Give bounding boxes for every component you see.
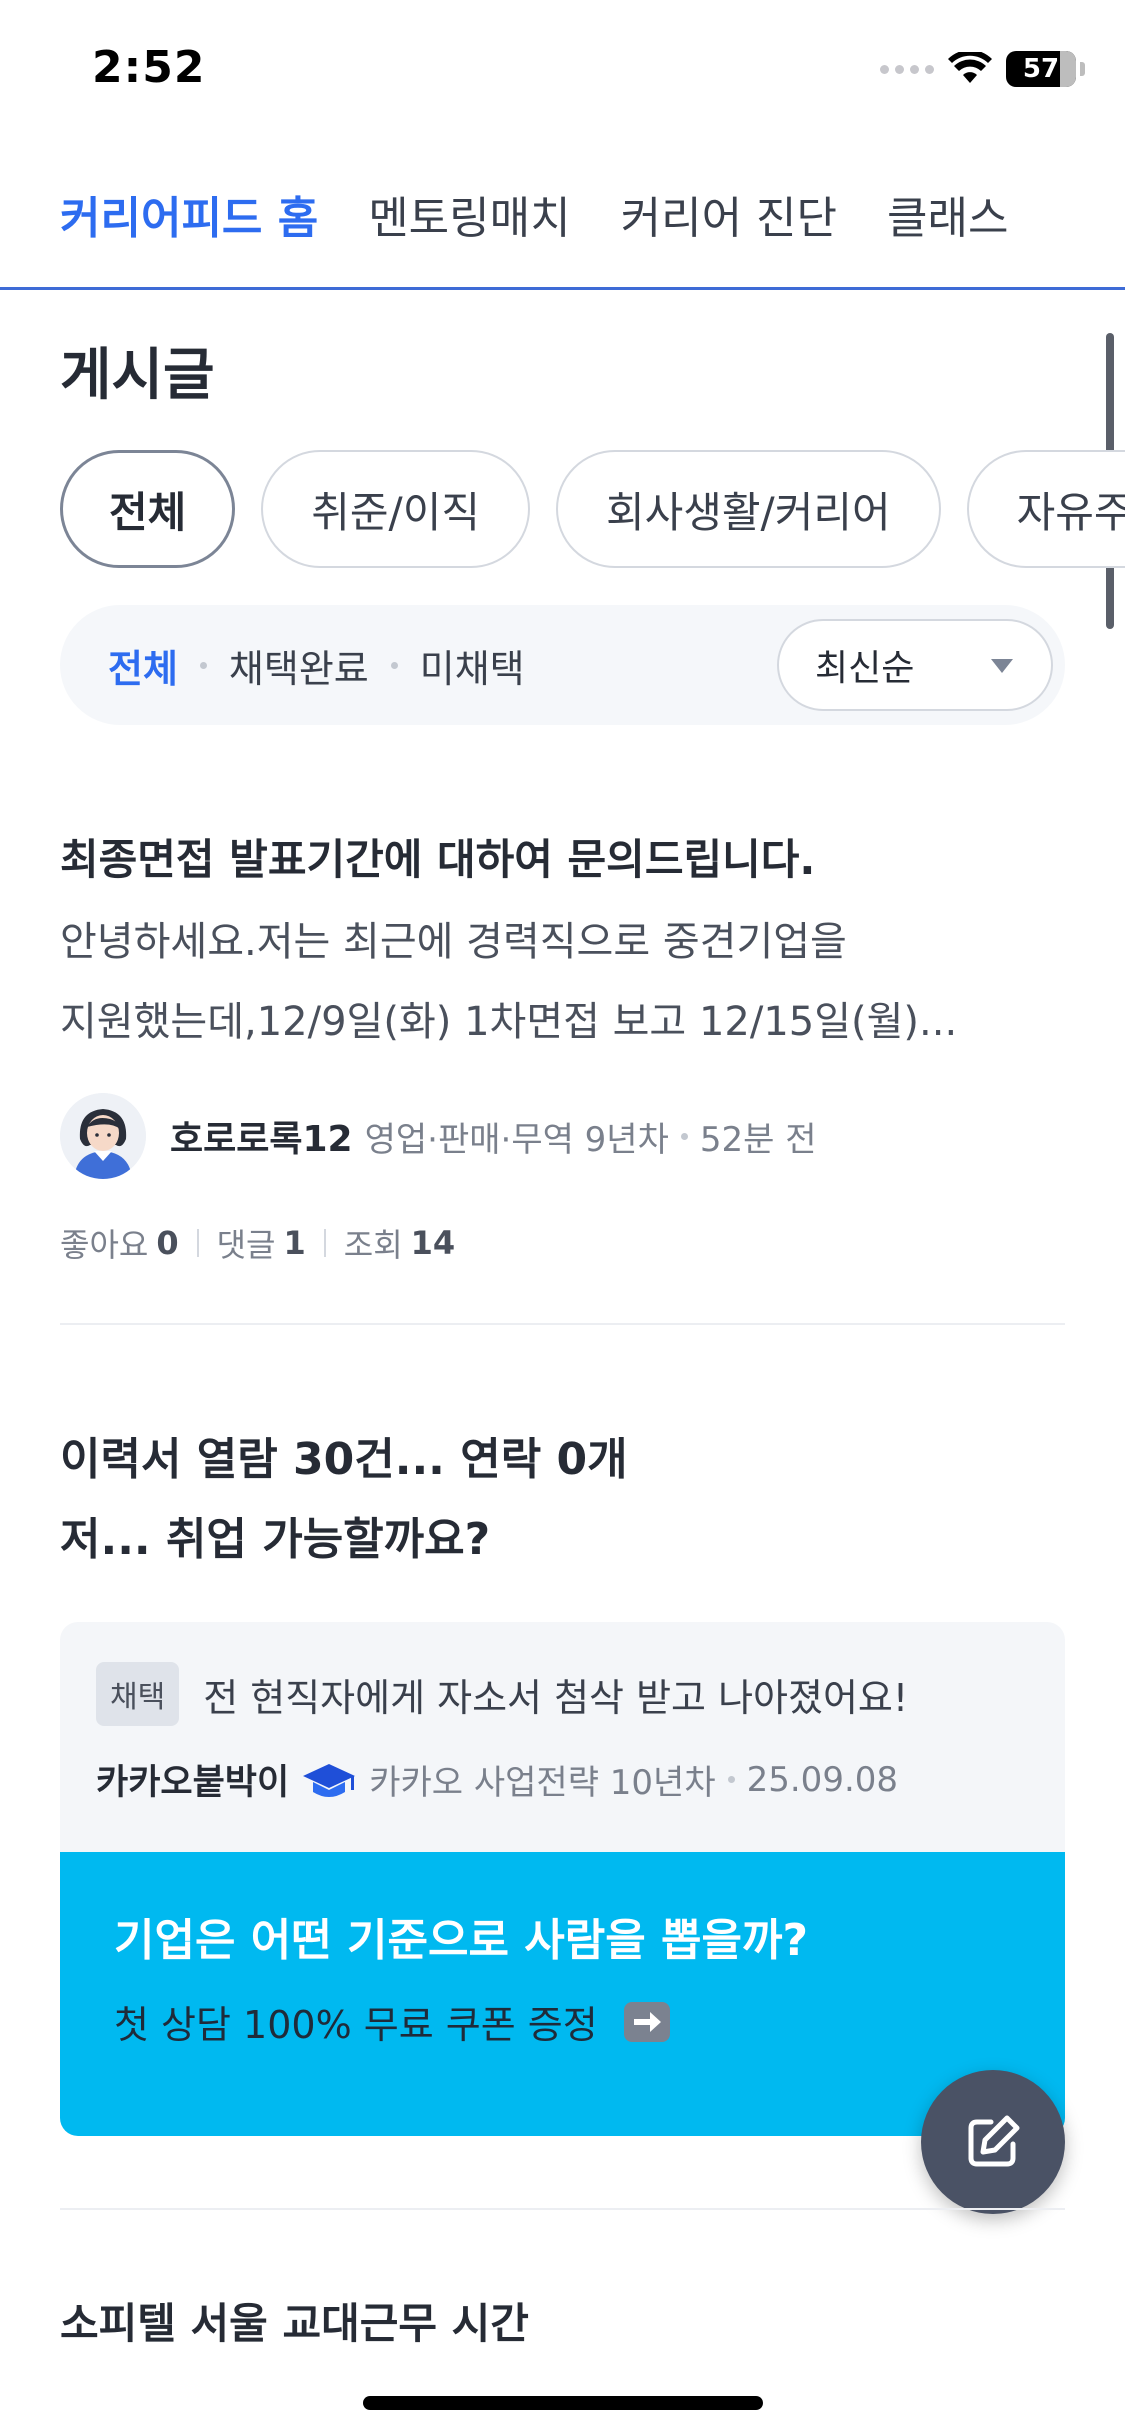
post-title-line: 이력서 열람 30건... 연락 0개 bbox=[60, 1434, 628, 1485]
post-card[interactable]: 이력서 열람 30건... 연락 0개 저... 취업 가능할까요? bbox=[60, 1420, 1065, 1580]
views-label: 조회 bbox=[343, 1226, 403, 1264]
filter-all[interactable]: 전체 bbox=[108, 638, 178, 693]
sort-selected-label: 최신순 bbox=[815, 648, 915, 689]
write-post-button[interactable] bbox=[921, 2070, 1065, 2214]
filter-adopted[interactable]: 채택완료 bbox=[229, 638, 369, 693]
post-card[interactable]: 최종면접 발표기간에 대하여 문의드립니다. 안녕하세요.저는 최근에 경력직으… bbox=[60, 830, 1065, 1266]
avatar[interactable] bbox=[60, 1093, 146, 1179]
post-title-line: 저... 취업 가능할까요? bbox=[60, 1514, 491, 1565]
promo-subtitle: 첫 상담 100% 무료 쿠폰 증정 bbox=[114, 2003, 598, 2047]
chevron-down-icon bbox=[991, 659, 1013, 673]
status-bar: 2:52 57 bbox=[0, 0, 1125, 140]
views-count: 14 bbox=[410, 1224, 456, 1262]
post-title[interactable]: 소피텔 서울 교대근무 시간 bbox=[60, 2290, 529, 2351]
status-icons: 57 bbox=[880, 48, 1085, 90]
promo-banner[interactable]: 기업은 어떤 기준으로 사람을 뽑을까? 첫 상담 100% 무료 쿠폰 증정 bbox=[60, 1852, 1065, 2136]
chip-all[interactable]: 전체 bbox=[60, 450, 236, 568]
divider bbox=[60, 1323, 1065, 1325]
answer-date: 25.09.08 bbox=[746, 1759, 899, 1800]
category-chips: 전체 취준/이직 회사생활/커리어 자유주제 bbox=[60, 450, 1125, 570]
tab-career-feed-home[interactable]: 커리어피드 홈 bbox=[60, 170, 318, 246]
arrow-right-icon bbox=[623, 2001, 670, 2042]
post-excerpt-line: 지원했는데,12/9일(화) 1차면접 보고 12/15일(월)... bbox=[60, 999, 958, 1045]
comments-label: 댓글 bbox=[216, 1226, 276, 1264]
answer-text: 전 현직자에게 자소서 첨삭 받고 나아졌어요! bbox=[203, 1675, 909, 1720]
section-title: 게시글 bbox=[60, 343, 215, 408]
battery-level: 57 bbox=[1022, 54, 1060, 84]
filter-bar: 전체 채택완료 미채택 최신순 bbox=[60, 605, 1065, 725]
filter-not-adopted[interactable]: 미채택 bbox=[420, 638, 525, 693]
chip-work-life-career[interactable]: 회사생활/커리어 bbox=[556, 450, 941, 568]
tab-class[interactable]: 클래스 bbox=[887, 170, 1008, 246]
post-stats: 좋아요 0 댓글 1 조회 14 bbox=[60, 1220, 1065, 1266]
status-time: 2:52 bbox=[92, 42, 206, 93]
author-row: 호로로록12 영업·판매·무역 9년차 52분 전 bbox=[60, 1092, 1065, 1180]
tab-mentoring-match[interactable]: 멘토링매치 bbox=[368, 170, 570, 246]
graduation-cap-icon bbox=[303, 1763, 356, 1797]
answer-author-job: 카카오 사업전략 10년차 bbox=[369, 1763, 716, 1803]
author-name[interactable]: 호로로록12 bbox=[170, 1110, 353, 1162]
home-indicator[interactable] bbox=[363, 2396, 763, 2410]
author-job: 영업·판매·무역 9년차 bbox=[364, 1119, 669, 1160]
post-excerpt: 안녕하세요.저는 최근에 경력직으로 중견기업을 지원했는데,12/9일(화) … bbox=[60, 902, 1065, 1062]
likes-count: 0 bbox=[156, 1224, 179, 1262]
battery-icon: 57 bbox=[1006, 51, 1076, 87]
post-title: 최종면접 발표기간에 대하여 문의드립니다. bbox=[60, 835, 816, 884]
edit-icon bbox=[968, 2115, 1020, 2167]
wifi-icon bbox=[948, 52, 992, 83]
sort-dropdown[interactable]: 최신순 bbox=[777, 619, 1053, 711]
adopted-answer-preview[interactable]: 채택 전 현직자에게 자소서 첨삭 받고 나아졌어요! 카카오붙박이 카카오 사… bbox=[60, 1622, 1065, 1852]
likes-label: 좋아요 bbox=[60, 1226, 149, 1264]
comments-count: 1 bbox=[283, 1224, 306, 1262]
post-time: 52분 전 bbox=[699, 1119, 817, 1160]
top-tab-bar: 커리어피드 홈 멘토링매치 커리어 진단 클래스 bbox=[0, 170, 1125, 290]
post-excerpt-line: 안녕하세요.저는 최근에 경력직으로 중견기업을 bbox=[60, 919, 847, 965]
chip-job-seeking[interactable]: 취준/이직 bbox=[261, 450, 530, 568]
answer-author-name[interactable]: 카카오붙박이 bbox=[96, 1754, 289, 1805]
chip-free-topic[interactable]: 자유주제 bbox=[966, 450, 1125, 568]
divider bbox=[60, 2208, 1065, 2210]
adopted-badge: 채택 bbox=[96, 1662, 180, 1726]
promo-title: 기업은 어떤 기준으로 사람을 뽑을까? bbox=[114, 1915, 808, 1966]
cellular-signal-icon bbox=[880, 64, 934, 74]
tab-career-diagnosis[interactable]: 커리어 진단 bbox=[621, 170, 837, 246]
